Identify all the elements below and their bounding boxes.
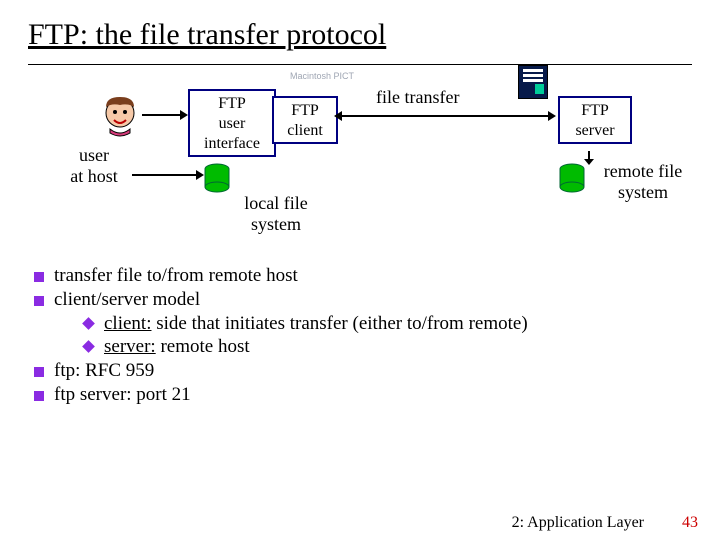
user-at-host-line2: at host	[54, 166, 134, 187]
arrow-user-to-ui	[142, 109, 188, 121]
local-disk-icon	[203, 163, 231, 193]
ftp-server-box: FTP server	[558, 96, 632, 144]
bullet-rfc: ftp: RFC 959	[32, 360, 692, 382]
user-icon	[98, 93, 142, 137]
remote-file-system-label: remote file system	[588, 161, 698, 203]
bullet-model-text: client/server model	[54, 289, 200, 310]
bullet-port: ftp server: port 21	[32, 384, 692, 406]
client-box-line1: FTP	[278, 101, 332, 121]
sub-bullet-server: server: remote host	[82, 336, 692, 358]
ui-box-line1: FTP	[194, 94, 270, 114]
server-icon	[518, 65, 548, 99]
sub-bullet-client: client: side that initiates transfer (ei…	[82, 313, 692, 335]
bullet-transfer: transfer file to/from remote host	[32, 265, 692, 287]
ftp-client-box: FTP client	[272, 96, 338, 144]
server-box-line2: server	[564, 121, 626, 141]
remote-fs-line1: remote file	[588, 161, 698, 182]
arrow-transfer	[334, 107, 556, 125]
bullet-list: transfer file to/from remote host client…	[28, 261, 692, 406]
bullet-model: client/server model client: side that in…	[32, 289, 692, 358]
remote-disk-icon	[558, 163, 586, 193]
local-file-system-label: local file system	[226, 193, 326, 235]
footer: 2: Application Layer 43	[512, 514, 698, 532]
ui-box-line3: interface	[194, 134, 270, 154]
footer-page-number: 43	[682, 514, 698, 531]
remote-fs-line2: system	[588, 182, 698, 203]
client-box-line2: client	[278, 121, 332, 141]
title-divider	[28, 64, 692, 65]
user-at-host-line1: user	[54, 145, 134, 166]
arrow-user-to-localfs	[132, 169, 204, 181]
ui-box-line2: user	[194, 114, 270, 134]
file-transfer-label: file transfer	[376, 87, 459, 108]
slide-title: FTP: the file transfer protocol	[28, 18, 692, 52]
server-term: server:	[104, 336, 156, 357]
ftp-diagram: Macintosh PICT FTP user interface FTP c	[28, 71, 688, 261]
server-box-line1: FTP	[564, 101, 626, 121]
client-term: client:	[104, 313, 151, 334]
client-rest: side that initiates transfer (either to/…	[151, 313, 527, 334]
server-rest: remote host	[156, 336, 250, 357]
watermark-text: Macintosh PICT	[290, 71, 354, 81]
local-fs-line1: local file	[226, 193, 326, 214]
ftp-user-interface-box: FTP user interface	[188, 89, 276, 157]
local-fs-line2: system	[226, 214, 326, 235]
footer-chapter: 2: Application Layer	[512, 514, 644, 531]
user-at-host-label: user at host	[54, 145, 134, 187]
